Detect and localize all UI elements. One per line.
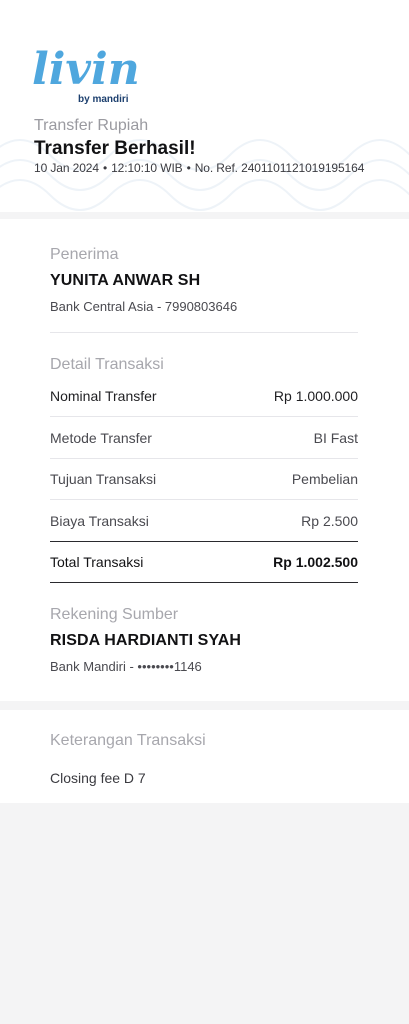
detail-value: BI Fast	[313, 430, 358, 446]
logo-sub: by mandiri	[78, 94, 129, 105]
detail-row-nominal: Nominal Transfer Rp 1.000.000	[50, 388, 358, 404]
notes-text: Closing fee D 7	[50, 770, 146, 786]
detail-label: Nominal Transfer	[50, 388, 157, 404]
page-title: Transfer Berhasil!	[34, 138, 196, 159]
transfer-type-label: Transfer Rupiah	[34, 117, 149, 134]
detail-value: Rp 1.000.000	[273, 388, 358, 404]
detail-label: Tujuan Transaksi	[50, 471, 157, 487]
recipient-bank-info: Bank Central Asia - 7990803646	[50, 299, 238, 314]
recipient-section-title: Penerima	[50, 246, 119, 263]
transaction-card: Penerima YUNITA ANWAR SH Bank Central As…	[0, 219, 409, 701]
divider	[50, 541, 358, 542]
transaction-time: 12:10:10 WIB	[111, 161, 183, 175]
divider	[50, 332, 358, 333]
transaction-date: 10 Jan 2024	[34, 161, 99, 175]
total-row: Total Transaksi Rp 1.002.500	[50, 554, 358, 570]
detail-value: Rp 2.500	[301, 513, 358, 529]
detail-label: Metode Transfer	[50, 430, 152, 446]
source-account-name: RISDA HARDIANTI SYAH	[50, 632, 242, 649]
notes-section-title: Keterangan Transaksi	[50, 732, 206, 749]
divider	[50, 582, 358, 583]
divider	[50, 416, 358, 417]
detail-label: Biaya Transaksi	[50, 513, 149, 529]
receipt-header: livin' by mandiri Transfer Rupiah Transf…	[0, 0, 409, 212]
detail-row-purpose: Tujuan Transaksi Pembelian	[50, 471, 358, 487]
notes-card: Keterangan Transaksi Closing fee D 7	[0, 710, 409, 803]
source-bank-info: Bank Mandiri - ••••••••1146	[50, 659, 202, 674]
detail-row-fee: Biaya Transaksi Rp 2.500	[50, 513, 358, 529]
divider	[50, 458, 358, 459]
detail-row-method: Metode Transfer BI Fast	[50, 430, 358, 446]
total-value: Rp 1.002.500	[273, 554, 358, 570]
reference-number: No. Ref. 2401101121019195164	[194, 161, 365, 175]
detail-value: Pembelian	[291, 471, 358, 487]
source-section-title: Rekening Sumber	[50, 606, 179, 623]
divider	[50, 499, 358, 500]
total-label: Total Transaksi	[50, 554, 144, 570]
transaction-meta: 10 Jan 2024 • 12:10:10 WIB • No. Ref. 240110…	[34, 161, 365, 175]
recipient-name: YUNITA ANWAR SH	[50, 272, 201, 289]
logo-text: livin'	[32, 44, 142, 95]
livin-logo: livin' by mandiri	[32, 42, 142, 106]
details-section-title: Detail Transaksi	[50, 356, 164, 373]
